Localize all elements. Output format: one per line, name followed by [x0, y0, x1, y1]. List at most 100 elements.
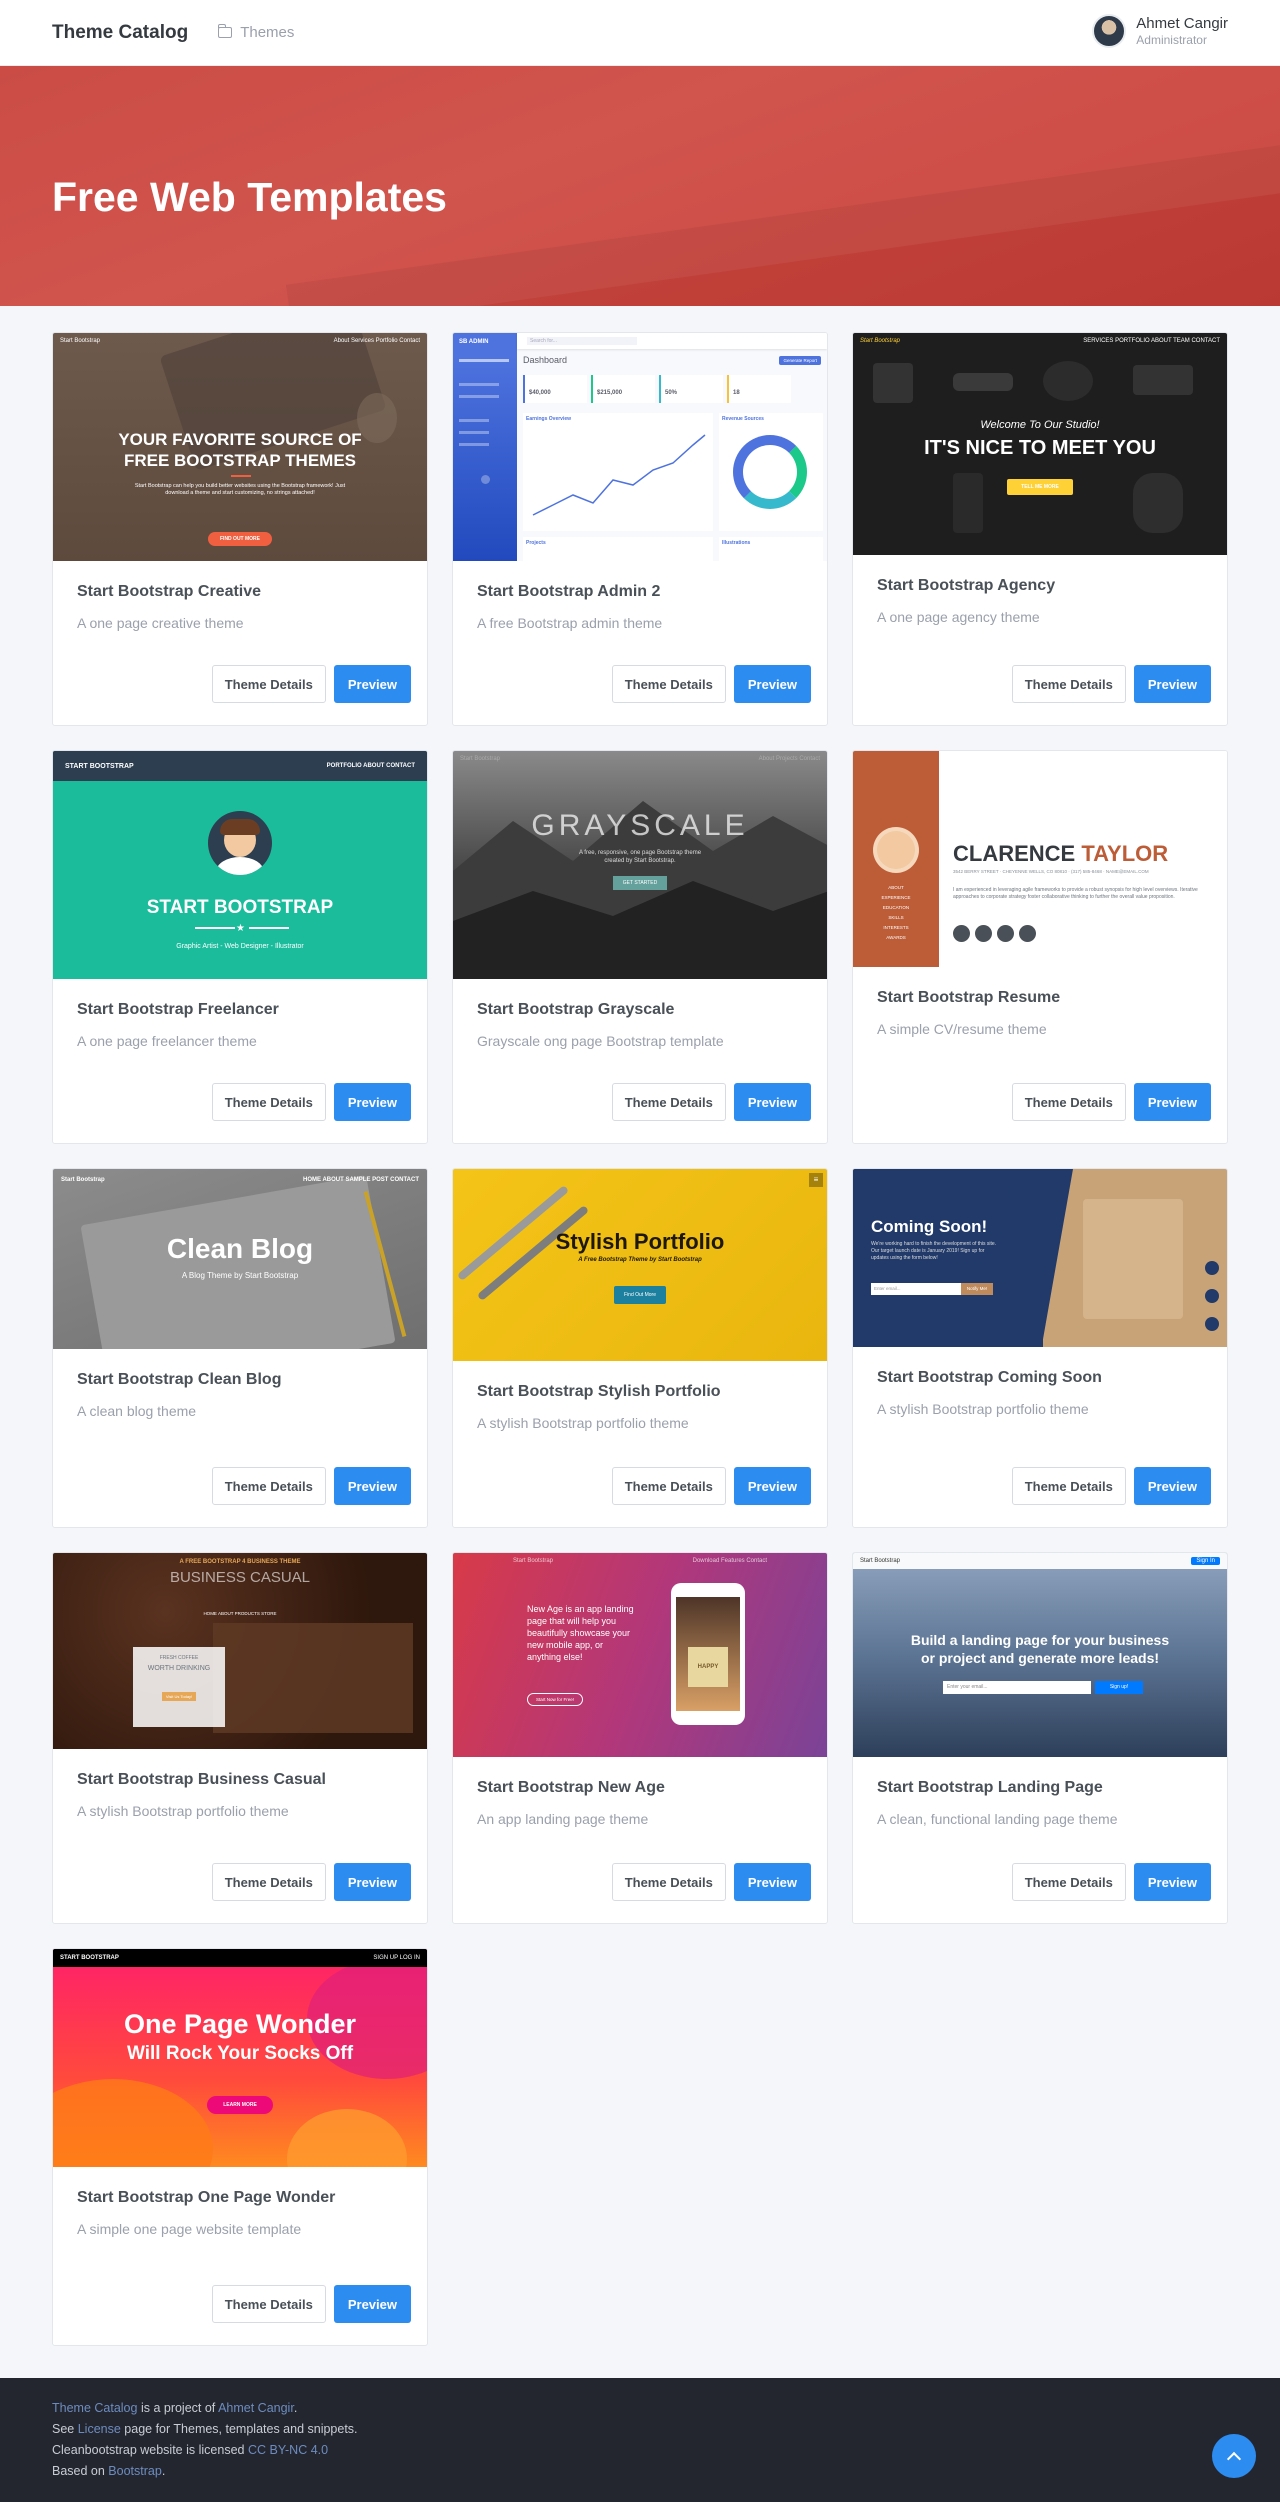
brand-link[interactable]: Theme Catalog — [52, 22, 188, 44]
footer-link-catalog[interactable]: Theme Catalog — [52, 2401, 137, 2415]
thumb-cta: FIND OUT MORE — [208, 532, 272, 546]
theme-details-button[interactable]: Theme Details — [611, 1467, 726, 1505]
theme-thumbnail[interactable]: START BOOTSTRAP SIGN UP LOG IN One Page W… — [53, 1949, 427, 2167]
theme-thumbnail[interactable]: ABOUT EXPERIENCE EDUCATION SKILLS INTERESTS A… — [853, 751, 1227, 967]
theme-thumbnail[interactable]: Start Bootstrap SERVICES PORTFOLIO ABOUT … — [853, 333, 1227, 555]
footer-link-cc[interactable]: CC BY-NC 4.0 — [248, 2443, 328, 2457]
theme-card: Start Bootstrap SERVICES PORTFOLIO ABOUT … — [852, 332, 1228, 726]
preview-button[interactable]: Preview — [333, 2285, 411, 2323]
preview-button[interactable]: Preview — [1133, 1083, 1211, 1121]
theme-card: START BOOTSTRAP PORTFOLIO ABOUT CONTACT S… — [52, 750, 428, 1144]
card-title: Start Bootstrap Admin 2 — [477, 583, 661, 600]
theme-details-button[interactable]: Theme Details — [1011, 1467, 1126, 1505]
thumb-brand: Start Bootstrap — [60, 338, 101, 344]
thumb-headline: Build a landing page for your business o… — [910, 1632, 1170, 1666]
theme-details-button[interactable]: Theme Details — [211, 1467, 326, 1505]
thumb-cta: Find Out More — [614, 1286, 666, 1304]
footer-line: Theme Catalog is a project of Ahmet Cang… — [52, 2401, 298, 2415]
thumb-name: CLARENCE TAYLOR — [953, 841, 1169, 866]
thumb-headline: Clean Blog — [166, 1233, 314, 1264]
card-description: Grayscale ong page Bootstrap template — [477, 1033, 724, 1049]
theme-thumbnail[interactable]: SB ADMIN Search for... Dashboard Generat… — [453, 333, 827, 561]
preview-button[interactable]: Preview — [733, 1467, 811, 1505]
preview-button[interactable]: Preview — [733, 1083, 811, 1121]
card-description: A one page freelancer theme — [77, 1033, 257, 1049]
preview-button[interactable]: Preview — [1133, 1863, 1211, 1901]
thumb-subtitle: A Free Bootstrap Theme by Start Bootstra… — [578, 1257, 702, 1263]
thumb-email-input: Enter your email... — [943, 1681, 1091, 1694]
theme-thumbnail[interactable]: Start Bootstrap About Projects Contact GR… — [453, 751, 827, 979]
theme-thumbnail[interactable]: Start Bootstrap Sign In Build a landing p… — [853, 1553, 1227, 1757]
theme-details-button[interactable]: Theme Details — [611, 1083, 726, 1121]
theme-details-button[interactable]: Theme Details — [1011, 665, 1126, 703]
theme-thumbnail[interactable]: START BOOTSTRAP PORTFOLIO ABOUT CONTACT S… — [53, 751, 427, 979]
card-title: Start Bootstrap New Age — [477, 1779, 665, 1796]
thumb-side-menu: ABOUT EXPERIENCE EDUCATION SKILLS INTERESTS A… — [853, 883, 939, 943]
theme-details-button[interactable]: Theme Details — [1011, 1863, 1126, 1901]
preview-button[interactable]: Preview — [333, 1467, 411, 1505]
theme-details-button[interactable]: Theme Details — [211, 1083, 326, 1121]
thumb-brand: Start Bootstrap — [61, 1177, 105, 1183]
theme-details-button[interactable]: Theme Details — [211, 1863, 326, 1901]
footer-link-author[interactable]: Ahmet Cangir — [218, 2401, 294, 2415]
thumb-page-title: Dashboard — [523, 355, 568, 365]
card-title: Start Bootstrap Resume — [877, 989, 1061, 1006]
footer-link-license[interactable]: License — [78, 2422, 121, 2436]
footer: Theme Catalog is a project of Ahmet Cang… — [0, 2378, 1280, 2502]
card-title: Start Bootstrap Business Casual — [77, 1771, 326, 1788]
thumb-nav: About Projects Contact — [758, 756, 820, 762]
theme-details-button[interactable]: Theme Details — [211, 665, 326, 703]
card-title: Start Bootstrap Clean Blog — [77, 1371, 282, 1388]
thumb-headline: BUSINESS CASUAL — [169, 1569, 311, 1586]
thumb-chart-title: Earnings Overview — [526, 416, 572, 422]
scroll-to-top-button[interactable] — [1212, 2434, 1256, 2478]
card-title: Start Bootstrap Stylish Portfolio — [477, 1383, 721, 1400]
theme-card: START BOOTSTRAP SIGN UP LOG IN One Page W… — [52, 1948, 428, 2346]
star-icon: ★ — [236, 923, 245, 934]
thumb-nav: Download Features Contact — [692, 1558, 767, 1564]
theme-thumbnail[interactable]: Start Bootstrap About Services Portfolio … — [53, 333, 427, 561]
card-description: An app landing page theme — [477, 1811, 649, 1827]
preview-button[interactable]: Preview — [1133, 1467, 1211, 1505]
preview-button[interactable]: Preview — [333, 665, 411, 703]
preview-button[interactable]: Preview — [333, 1083, 411, 1121]
avatar[interactable] — [1092, 14, 1127, 48]
theme-thumbnail[interactable]: Start Bootstrap Download Features Contact… — [453, 1553, 827, 1757]
preview-button[interactable]: Preview — [1133, 665, 1211, 703]
theme-details-button[interactable]: Theme Details — [611, 1863, 726, 1901]
thumb-menu-item: ABOUT — [888, 885, 904, 890]
user-menu[interactable]: Ahmet Cangir Administrator — [1092, 14, 1228, 48]
theme-details-button[interactable]: Theme Details — [211, 2285, 326, 2323]
user-role: Administrator — [1136, 33, 1207, 47]
breadcrumb[interactable]: Themes — [217, 24, 294, 41]
preview-button[interactable]: Preview — [733, 1863, 811, 1901]
theme-details-button[interactable]: Theme Details — [611, 665, 726, 703]
menu-icon: ≡ — [809, 1173, 823, 1187]
theme-thumbnail[interactable]: Coming Soon! We're working hard to finis… — [853, 1169, 1227, 1347]
thumb-top-text: A FREE BOOTSTRAP 4 BUSINESS THEME — [179, 1559, 301, 1565]
thumb-box-line: WORTH DRINKING — [147, 1665, 211, 1672]
footer-link-bootstrap[interactable]: Bootstrap — [108, 2464, 162, 2478]
thumb-headline-2: Will Rock Your Socks Off — [126, 2043, 354, 2064]
card-description: A clean, functional landing page theme — [877, 1811, 1118, 1827]
card-title: Start Bootstrap Coming Soon — [877, 1369, 1102, 1386]
preview-button[interactable]: Preview — [333, 1863, 411, 1901]
thumb-cta: Notify Me! — [961, 1283, 993, 1295]
thumb-subtitle: A free, responsive, one page Bootstrap t… — [578, 850, 702, 864]
card-title: Start Bootstrap Grayscale — [477, 1001, 675, 1018]
breadcrumb-themes[interactable]: Themes — [240, 24, 294, 41]
theme-card: ≡ Stylish Portfolio A Free Bootstrap The… — [452, 1168, 828, 1528]
thumb-kpi: 50% — [659, 375, 723, 403]
footer-line: Cleanbootstrap website is licensed CC BY… — [52, 2443, 329, 2457]
thumb-subtitle: Welcome To Our Studio! — [980, 419, 1100, 431]
theme-thumbnail[interactable]: ≡ Stylish Portfolio A Free Bootstrap The… — [453, 1169, 827, 1361]
theme-thumbnail[interactable]: A FREE BOOTSTRAP 4 BUSINESS THEME BUSINE… — [53, 1553, 427, 1749]
thumb-avatar — [208, 811, 272, 875]
thumb-menu-item: EDUCATION — [882, 905, 910, 910]
page-title: Free Web Templates — [52, 174, 447, 220]
preview-button[interactable]: Preview — [733, 665, 811, 703]
theme-details-button[interactable]: Theme Details — [1011, 1083, 1126, 1121]
thumb-kpi: 18 — [727, 375, 791, 403]
theme-thumbnail[interactable]: Start Bootstrap HOME ABOUT SAMPLE POST CO… — [53, 1169, 427, 1349]
thumb-subtitle: A Blog Theme by Start Bootstrap — [181, 1271, 299, 1280]
